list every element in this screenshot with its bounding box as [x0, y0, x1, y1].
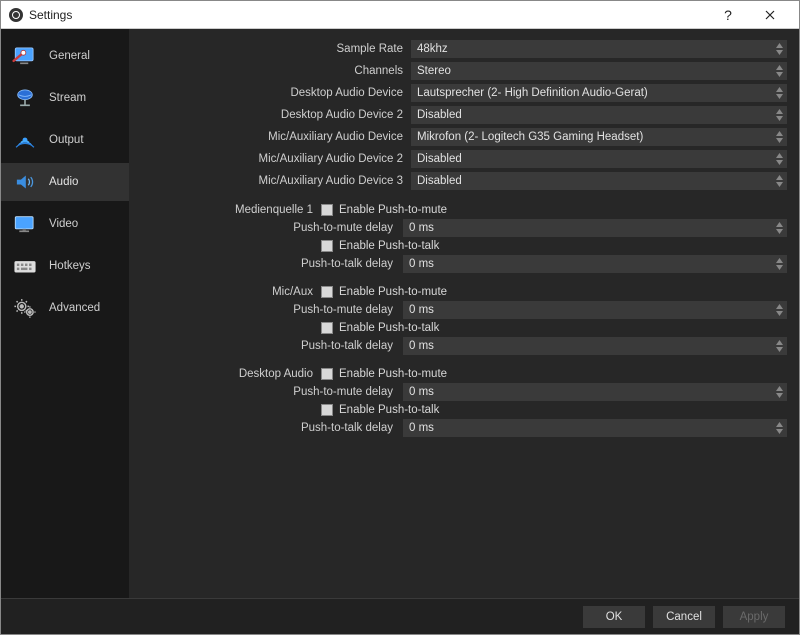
updown-icon[interactable] — [773, 128, 785, 146]
close-button[interactable] — [749, 1, 791, 29]
updown-icon[interactable] — [773, 419, 785, 437]
updown-icon[interactable] — [773, 150, 785, 168]
source-name: Mic/Aux — [129, 286, 321, 298]
push-to-mute-checkbox[interactable] — [321, 368, 333, 380]
push-to-mute-checkbox[interactable] — [321, 286, 333, 298]
updown-icon[interactable] — [773, 172, 785, 190]
sidebar-item-hotkeys[interactable]: Hotkeys — [1, 247, 129, 285]
push-to-mute-delay-label: Push-to-mute delay — [129, 222, 403, 234]
push-to-talk-delay-label: Push-to-talk delay — [129, 422, 403, 434]
source-name: Medienquelle 1 — [129, 204, 321, 216]
mic-audio2-combo[interactable]: Disabled — [411, 150, 787, 168]
sidebar-item-label: Audio — [49, 176, 78, 188]
push-to-talk-checkbox[interactable] — [321, 240, 333, 252]
audio-source-group: Mic/Aux Enable Push-to-mute Push-to-mute d… — [129, 283, 787, 355]
channels-label: Channels — [129, 65, 411, 77]
updown-icon[interactable] — [773, 40, 785, 58]
mic-audio-label: Mic/Auxiliary Audio Device — [129, 131, 411, 143]
audio-source-group: Desktop Audio Enable Push-to-mute Push-to-… — [129, 365, 787, 437]
video-icon — [11, 211, 39, 237]
advanced-icon — [11, 295, 39, 321]
sidebar-item-label: Output — [49, 134, 84, 146]
content-area: Sample Rate 48khz Channels Stereo Deskto… — [129, 29, 799, 598]
sidebar: General Stream Output Audio — [1, 29, 129, 598]
sidebar-item-stream[interactable]: Stream — [1, 79, 129, 117]
apply-button[interactable]: Apply — [723, 606, 785, 628]
sidebar-item-label: Video — [49, 218, 78, 230]
push-to-mute-label: Enable Push-to-mute — [339, 286, 447, 298]
push-to-talk-label: Enable Push-to-talk — [339, 404, 439, 416]
push-to-mute-label: Enable Push-to-mute — [339, 204, 447, 216]
push-to-talk-delay-label: Push-to-talk delay — [129, 258, 403, 270]
push-to-talk-delay-spin[interactable]: 0 ms — [403, 337, 787, 355]
push-to-mute-delay-label: Push-to-mute delay — [129, 386, 403, 398]
updown-icon[interactable] — [773, 62, 785, 80]
output-icon — [11, 127, 39, 153]
push-to-mute-delay-spin[interactable]: 0 ms — [403, 219, 787, 237]
sidebar-item-general[interactable]: General — [1, 37, 129, 75]
app-icon — [9, 8, 23, 22]
audio-icon — [11, 169, 39, 195]
updown-icon[interactable] — [773, 337, 785, 355]
push-to-mute-checkbox[interactable] — [321, 204, 333, 216]
sample-rate-combo[interactable]: 48khz — [411, 40, 787, 58]
updown-icon[interactable] — [773, 255, 785, 273]
push-to-mute-label: Enable Push-to-mute — [339, 368, 447, 380]
footer: OK Cancel Apply — [1, 598, 799, 634]
help-button[interactable]: ? — [707, 1, 749, 29]
audio-settings-panel: Sample Rate 48khz Channels Stereo Deskto… — [129, 29, 799, 598]
desktop-audio-combo[interactable]: Lautsprecher (2- High Definition Audio-G… — [411, 84, 787, 102]
cancel-button[interactable]: Cancel — [653, 606, 715, 628]
sidebar-item-advanced[interactable]: Advanced — [1, 289, 129, 327]
push-to-mute-delay-label: Push-to-mute delay — [129, 304, 403, 316]
updown-icon[interactable] — [773, 301, 785, 319]
desktop-audio2-label: Desktop Audio Device 2 — [129, 109, 411, 121]
push-to-talk-checkbox[interactable] — [321, 322, 333, 334]
sample-rate-label: Sample Rate — [129, 43, 411, 55]
audio-source-group: Medienquelle 1 Enable Push-to-mute Push-to… — [129, 201, 787, 273]
push-to-talk-label: Enable Push-to-talk — [339, 322, 439, 334]
updown-icon[interactable] — [773, 383, 785, 401]
stream-icon — [11, 85, 39, 111]
mic-audio2-label: Mic/Auxiliary Audio Device 2 — [129, 153, 411, 165]
source-name: Desktop Audio — [129, 368, 321, 380]
push-to-talk-delay-spin[interactable]: 0 ms — [403, 419, 787, 437]
mic-audio3-label: Mic/Auxiliary Audio Device 3 — [129, 175, 411, 187]
hotkeys-icon — [11, 253, 39, 279]
push-to-talk-delay-label: Push-to-talk delay — [129, 340, 403, 352]
updown-icon[interactable] — [773, 219, 785, 237]
push-to-talk-label: Enable Push-to-talk — [339, 240, 439, 252]
sidebar-item-audio[interactable]: Audio — [1, 163, 129, 201]
sidebar-item-label: Hotkeys — [49, 260, 91, 272]
push-to-talk-delay-spin[interactable]: 0 ms — [403, 255, 787, 273]
ok-button[interactable]: OK — [583, 606, 645, 628]
updown-icon[interactable] — [773, 84, 785, 102]
sidebar-item-output[interactable]: Output — [1, 121, 129, 159]
desktop-audio2-combo[interactable]: Disabled — [411, 106, 787, 124]
general-icon — [11, 43, 39, 69]
channels-combo[interactable]: Stereo — [411, 62, 787, 80]
mic-audio3-combo[interactable]: Disabled — [411, 172, 787, 190]
push-to-mute-delay-spin[interactable]: 0 ms — [403, 383, 787, 401]
sidebar-item-video[interactable]: Video — [1, 205, 129, 243]
titlebar: Settings ? — [1, 1, 799, 29]
push-to-mute-delay-spin[interactable]: 0 ms — [403, 301, 787, 319]
push-to-talk-checkbox[interactable] — [321, 404, 333, 416]
sidebar-item-label: Stream — [49, 92, 86, 104]
sidebar-item-label: General — [49, 50, 90, 62]
sidebar-item-label: Advanced — [49, 302, 100, 314]
updown-icon[interactable] — [773, 106, 785, 124]
window-title: Settings — [29, 8, 72, 22]
mic-audio-combo[interactable]: Mikrofon (2- Logitech G35 Gaming Headset… — [411, 128, 787, 146]
desktop-audio-label: Desktop Audio Device — [129, 87, 411, 99]
